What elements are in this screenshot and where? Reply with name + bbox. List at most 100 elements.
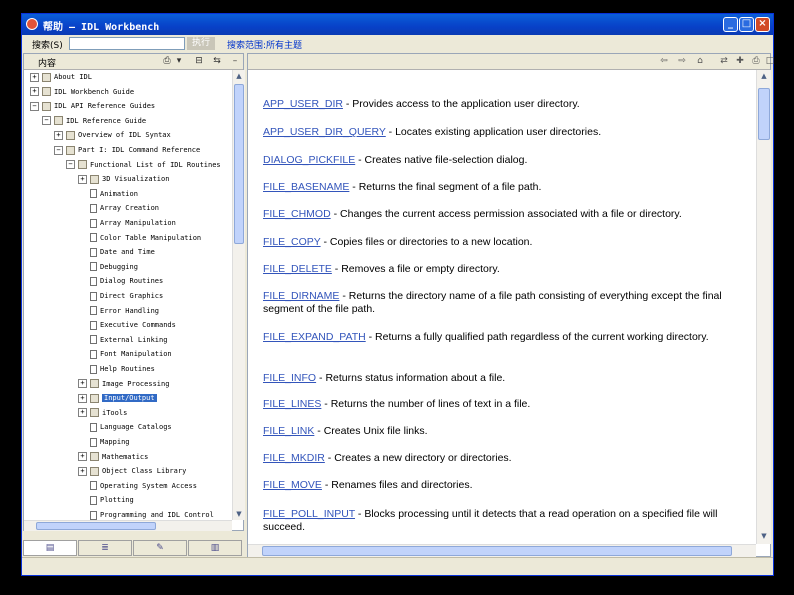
tree-item[interactable]: Executive Commands [90, 318, 176, 332]
tree-item[interactable]: − Functional List of IDL Routines [66, 158, 221, 172]
routine-link[interactable]: FILE_BASENAME [263, 181, 349, 193]
print-topic-icon[interactable]: ⎙ [750, 56, 762, 67]
tree-item[interactable]: + Mathematics [78, 450, 148, 464]
expand-icon[interactable]: + [78, 393, 87, 403]
scroll-thumb[interactable] [234, 84, 244, 244]
contents-horizontal-scrollbar[interactable] [24, 520, 232, 531]
tree-item[interactable]: + About IDL [30, 70, 92, 84]
maximize-view-icon[interactable]: □ [764, 56, 776, 67]
home-icon[interactable]: ⌂ [694, 56, 706, 67]
routine-link[interactable]: FILE_POLL_INPUT [263, 508, 355, 520]
expand-icon[interactable]: + [78, 174, 87, 184]
routine-link[interactable]: FILE_EXPAND_PATH [263, 331, 366, 343]
tree-item[interactable]: + Image Processing [78, 377, 169, 391]
tree-item[interactable]: Animation [90, 187, 138, 201]
tree-item[interactable]: Language Catalogs [90, 420, 172, 434]
tree-item[interactable]: Color Table Manipulation [90, 231, 201, 245]
tree-item[interactable]: +3D Visualization [78, 172, 169, 186]
collapse-icon[interactable]: − [30, 101, 39, 111]
scroll-thumb[interactable] [758, 88, 770, 140]
tree-item-label: Font Manipulation [100, 350, 172, 359]
expand-icon[interactable]: + [78, 466, 87, 476]
maximize-button[interactable]: □ [739, 17, 754, 32]
tree-item[interactable]: Operating System Access [90, 479, 197, 493]
tree-item[interactable]: Font Manipulation [90, 347, 172, 361]
title-bar[interactable]: 帮助 — IDL Workbench _ □ × [22, 14, 773, 35]
collapse-all-icon[interactable]: ⊟ [194, 56, 204, 66]
tree-item-label: Operating System Access [100, 481, 197, 490]
tab-search-results-icon[interactable]: ✎ [133, 540, 187, 556]
bookmark-icon[interactable]: ✚ [734, 56, 746, 67]
tree-item[interactable]: Array Manipulation [90, 216, 176, 230]
tree-item[interactable]: Help Routines [90, 362, 155, 376]
routine-link[interactable]: FILE_LINES [263, 398, 321, 410]
tree-item[interactable]: Array Creation [90, 201, 159, 215]
search-scope-link[interactable]: 搜索范围:所有主题 [227, 38, 302, 51]
show-in-contents-icon[interactable]: ⇄ [718, 56, 730, 67]
tree-item[interactable]: + Input/Output [78, 391, 157, 405]
routine-link[interactable]: FILE_INFO [263, 372, 316, 384]
routine-link[interactable]: APP_USER_DIR_QUERY [263, 126, 386, 138]
tree-item[interactable]: Error Handling [90, 304, 159, 318]
search-go-button[interactable]: 执行 [187, 37, 215, 50]
minimize-view-icon[interactable]: – [230, 56, 240, 66]
expand-icon[interactable]: + [78, 408, 87, 418]
routine-link[interactable]: FILE_MOVE [263, 479, 322, 491]
expand-icon[interactable]: + [78, 379, 87, 389]
expand-icon[interactable]: + [54, 130, 63, 140]
scroll-up-icon[interactable]: ▲ [234, 70, 244, 82]
routine-link[interactable]: FILE_COPY [263, 236, 321, 248]
tree-item[interactable]: − Part I: IDL Command Reference [54, 143, 200, 157]
contents-vertical-scrollbar[interactable]: ▲ ▼ [232, 70, 245, 520]
routine-link[interactable]: FILE_LINK [263, 425, 314, 437]
tab-bookmarks-icon[interactable]: ▥ [188, 540, 242, 556]
topic-horizontal-scrollbar[interactable] [248, 544, 756, 557]
scroll-thumb[interactable] [262, 546, 732, 556]
scroll-down-icon[interactable]: ▼ [759, 530, 769, 542]
contents-tree[interactable]: + About IDL + IDL Workbench Guide − IDL API R… [24, 70, 232, 520]
routine-link[interactable]: DIALOG_PICKFILE [263, 154, 355, 166]
tree-item[interactable]: − IDL API Reference Guides [30, 99, 155, 113]
tab-index-icon[interactable]: ≣ [78, 540, 132, 556]
scroll-up-icon[interactable]: ▲ [759, 70, 769, 82]
print-icon[interactable]: ⎙ [162, 56, 172, 66]
collapse-icon[interactable]: − [42, 116, 51, 126]
routine-link[interactable]: FILE_CHMOD [263, 208, 331, 220]
forward-icon[interactable]: ⇨ [676, 56, 688, 67]
search-bar: 搜索(S) 执行 搜索范围:所有主题 [22, 35, 773, 53]
tree-item[interactable]: + iTools [78, 406, 127, 420]
scroll-thumb[interactable] [36, 522, 156, 530]
tree-item[interactable]: Plotting [90, 493, 134, 507]
back-icon[interactable]: ⇦ [658, 56, 670, 67]
tree-item[interactable]: + IDL Workbench Guide [30, 85, 134, 99]
tree-item[interactable]: + Overview of IDL Syntax [54, 128, 171, 142]
minimize-button[interactable]: _ [723, 17, 738, 32]
collapse-icon[interactable]: − [54, 145, 63, 155]
routine-link[interactable]: FILE_MKDIR [263, 452, 325, 464]
close-button[interactable]: × [755, 17, 770, 32]
routine-link[interactable]: FILE_DIRNAME [263, 290, 339, 302]
tree-item[interactable]: External Linking [90, 333, 167, 347]
routine-link[interactable]: APP_USER_DIR [263, 98, 343, 110]
tree-item[interactable]: Date and Time [90, 245, 155, 259]
tree-item[interactable]: Dialog Routines [90, 274, 163, 288]
tree-item[interactable]: − IDL Reference Guide [42, 114, 146, 128]
topic-vertical-scrollbar[interactable]: ▲ ▼ [756, 70, 771, 544]
tab-contents-icon[interactable]: ▤ [23, 540, 77, 556]
collapse-icon[interactable]: − [66, 160, 75, 170]
expand-icon[interactable]: + [30, 87, 39, 97]
search-input[interactable] [69, 37, 185, 50]
tree-item[interactable]: Direct Graphics [90, 289, 163, 303]
routine-description: - Returns status information about a fil… [316, 372, 506, 384]
routine-link[interactable]: FILE_DELETE [263, 263, 332, 275]
expand-icon[interactable]: + [30, 72, 39, 82]
tree-item[interactable]: Debugging [90, 260, 138, 274]
expand-icon[interactable]: + [78, 452, 87, 462]
link-with-contents-icon[interactable]: ⇆ [212, 56, 222, 66]
scroll-down-icon[interactable]: ▼ [234, 508, 244, 520]
dropdown-icon[interactable]: ▾ [174, 56, 184, 66]
tree-item[interactable]: Programming and IDL Control [90, 508, 214, 520]
routine-entry: FILE_INFO - Returns status information a… [263, 372, 748, 385]
tree-item[interactable]: Mapping [90, 435, 130, 449]
tree-item[interactable]: + Object Class Library [78, 464, 186, 478]
